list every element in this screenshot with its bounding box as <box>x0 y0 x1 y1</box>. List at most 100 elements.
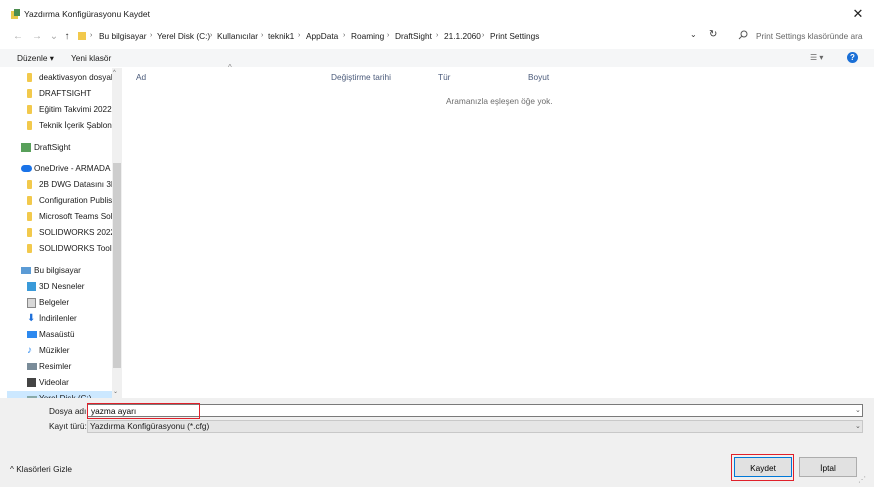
back-button[interactable]: ← <box>12 30 24 44</box>
up-button[interactable]: ↑ <box>61 30 73 44</box>
this-pc-icon <box>21 266 31 274</box>
sidebar-item[interactable]: Bu bilgisayar <box>7 263 112 278</box>
sidebar-item[interactable]: ⬇ İndirilenler <box>7 311 112 326</box>
sidebar-item-label: 2B DWG Datasını 3B <box>39 180 117 189</box>
folder-icon <box>78 32 86 40</box>
filename-dropdown-icon[interactable]: ⌄ <box>855 406 861 414</box>
pictures-icon <box>27 362 37 370</box>
sidebar-item[interactable]: Microsoft Teams Soh <box>7 209 116 224</box>
sidebar-item-label: Configuration Publis <box>39 196 113 205</box>
sidebar-item[interactable]: SOLIDWORKS 2022 S <box>7 225 121 240</box>
recent-locations-button[interactable]: ⌄ <box>48 30 60 44</box>
draftsight-app-icon <box>11 9 20 19</box>
view-options-icon[interactable]: ☰ ▾ <box>810 53 823 62</box>
sidebar-item[interactable]: Yerel Disk (C:) <box>7 390 112 399</box>
sidebar-item-label: Eğitim Takvimi 2022 <box>39 105 112 114</box>
forward-button[interactable]: → <box>31 30 43 44</box>
breadcrumb-print-settings[interactable]: Print Settings <box>490 30 539 42</box>
breadcrumb-local-disk[interactable]: Yerel Disk (C:) <box>157 30 210 42</box>
sidebar-item-label: Bu bilgisayar <box>34 265 81 275</box>
breadcrumb-roaming[interactable]: Roaming <box>351 30 384 42</box>
sidebar-item-label: DRAFTSIGHT <box>39 89 92 98</box>
sidebar-item[interactable]: 2B DWG Datasını 3B <box>7 177 116 192</box>
documents-icon <box>27 297 36 308</box>
new-folder-button[interactable]: Yeni klasör <box>71 53 111 63</box>
breadcrumb-version[interactable]: 21.1.2060 <box>444 30 481 42</box>
draftsight-icon <box>21 142 31 152</box>
navigation-pane[interactable]: deaktivasyon dosyal DRAFTSIGHT Eğitim Takv… <box>7 68 121 398</box>
breadcrumb-separator: › <box>482 32 485 39</box>
command-bar <box>0 49 874 67</box>
column-header-size[interactable]: Boyut <box>528 70 549 84</box>
videos-icon <box>27 377 36 387</box>
save-button[interactable]: Kaydet <box>734 457 792 477</box>
hide-folders-toggle[interactable]: ^ Klasörleri Gizle <box>10 462 72 476</box>
sidebar-item[interactable]: Resimler <box>7 359 112 374</box>
sidebar-item-label: deaktivasyon dosyal <box>39 73 113 82</box>
desktop-icon <box>27 330 37 338</box>
sidebar-item[interactable]: DRAFTSIGHT <box>7 86 112 101</box>
breadcrumb-separator: › <box>150 32 153 39</box>
cancel-button[interactable]: İptal <box>799 457 857 477</box>
sidebar-item-label: SOLIDWORKS Toolbx <box>39 244 121 253</box>
breadcrumb-teknik1[interactable]: teknik1 <box>268 30 294 42</box>
sidebar-item-label: Resimler <box>39 361 72 371</box>
breadcrumb-separator: › <box>436 32 439 39</box>
sidebar-item-label: 3D Nesneler <box>39 281 85 291</box>
sidebar-item-label: Teknik İçerik Şablonu <box>39 121 117 130</box>
sidebar-item[interactable]: SOLIDWORKS Toolbx <box>7 241 120 256</box>
breadcrumb-this-pc[interactable]: Bu bilgisayar <box>99 30 147 42</box>
scroll-down-arrow[interactable]: ⌄ <box>113 388 118 395</box>
breadcrumb-separator: › <box>90 32 93 39</box>
filetype-select[interactable]: Yazdırma Konfigürasyonu (*.cfg) <box>87 420 863 433</box>
organize-button[interactable]: Düzenle ▾ <box>17 53 54 63</box>
sidebar-item-label: SOLIDWORKS 2022 S <box>39 228 121 237</box>
sidebar-item-label: DraftSight <box>34 142 71 152</box>
folder-icon <box>27 228 32 237</box>
sidebar-item-label: Masaüstü <box>39 329 75 339</box>
refresh-button[interactable]: ↻ <box>709 29 717 40</box>
help-button[interactable]: ? <box>847 52 858 63</box>
sidebar-item[interactable]: Masaüstü <box>7 327 112 342</box>
music-icon: ♪ <box>27 344 32 356</box>
scrollbar-thumb[interactable] <box>113 163 121 368</box>
breadcrumb-draftsight[interactable]: DraftSight <box>395 30 432 42</box>
sidebar-item[interactable]: ♪ Müzikler <box>7 343 112 358</box>
sidebar-item[interactable]: Belgeler <box>7 295 112 310</box>
breadcrumb-separator: › <box>261 32 264 39</box>
sidebar-item-label: Videolar <box>39 377 69 387</box>
search-input[interactable]: Print Settings klasöründe ara <box>756 30 863 42</box>
3d-objects-icon <box>27 281 36 291</box>
search-icon <box>738 30 748 40</box>
folder-icon <box>27 105 32 114</box>
filename-input[interactable] <box>87 404 863 417</box>
filetype-value: Yazdırma Konfigürasyonu (*.cfg) <box>90 421 210 431</box>
sidebar-item[interactable]: DraftSight <box>7 140 112 155</box>
sidebar-item[interactable]: 3D Nesneler <box>7 279 112 294</box>
sidebar-item[interactable]: Eğitim Takvimi 2022 <box>7 102 112 117</box>
sort-indicator-icon: ^ <box>228 63 232 72</box>
onedrive-cloud-icon <box>21 165 32 172</box>
resize-grip-icon[interactable]: ⋰ <box>858 475 866 484</box>
sidebar-item-label: Microsoft Teams Soh <box>39 212 116 221</box>
folder-icon <box>27 89 32 98</box>
sidebar-item[interactable]: OneDrive - ARMADA <box>7 161 112 176</box>
empty-list-message: Aramanızla eşleşen öğe yok. <box>446 96 553 106</box>
sidebar-item-label: Yerel Disk (C:) <box>39 393 92 399</box>
column-header-name[interactable]: Ad <box>136 70 146 84</box>
breadcrumb-users[interactable]: Kullanıcılar <box>217 30 258 42</box>
column-header-type[interactable]: Tür <box>438 70 450 84</box>
close-button[interactable]: ✕ <box>850 6 866 22</box>
address-dropdown-button[interactable]: ⌄ <box>690 30 697 39</box>
sidebar-item[interactable]: Teknik İçerik Şablonu <box>7 118 116 133</box>
column-header-date-modified[interactable]: Değiştirme tarihi <box>331 70 391 84</box>
sidebar-item[interactable]: deaktivasyon dosyal <box>7 70 113 85</box>
sidebar-item-label: OneDrive - ARMADA <box>34 164 111 173</box>
scroll-up-arrow[interactable]: ^ <box>113 70 116 76</box>
filetype-label: Kayıt türü: <box>49 421 87 431</box>
breadcrumb-appdata[interactable]: AppData <box>306 30 338 42</box>
sidebar-item[interactable]: Configuration Publis <box>7 193 112 208</box>
filetype-dropdown-icon[interactable]: ⌄ <box>855 422 861 430</box>
sidebar-item[interactable]: Videolar <box>7 375 112 390</box>
folder-icon <box>27 121 32 130</box>
